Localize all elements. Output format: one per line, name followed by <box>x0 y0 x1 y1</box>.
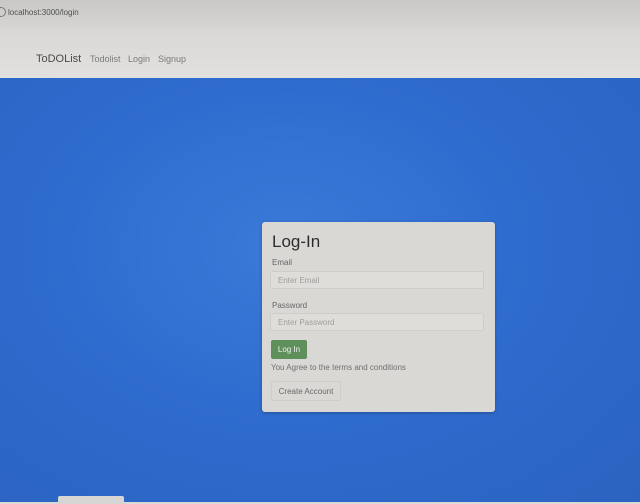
email-label: Email <box>272 258 293 267</box>
navbar-brand[interactable]: ToDOList <box>36 53 81 65</box>
password-field[interactable] <box>270 313 484 331</box>
password-label: Password <box>272 301 308 310</box>
email-field[interactable] <box>270 271 484 289</box>
nav-link-login[interactable]: Login <box>128 54 150 64</box>
browser-address-bar[interactable]: localhost:3000/login <box>0 0 640 28</box>
address-url[interactable]: localhost:3000/login <box>8 8 79 17</box>
login-title: Log-In <box>272 232 321 251</box>
taskbar-item[interactable] <box>58 496 124 504</box>
terms-text: You Agree to the terms and conditions <box>271 363 406 372</box>
create-account-button[interactable]: Create Account <box>271 381 341 401</box>
site-info-icon[interactable] <box>0 7 6 17</box>
navbar: ToDOList Todolist Login Signup <box>0 28 640 79</box>
nav-link-todolist[interactable]: Todolist <box>90 54 121 64</box>
login-button[interactable]: Log In <box>271 340 307 359</box>
nav-link-signup[interactable]: Signup <box>158 54 186 64</box>
login-card: Log-In Email Password Log In You Agree t… <box>262 222 495 412</box>
